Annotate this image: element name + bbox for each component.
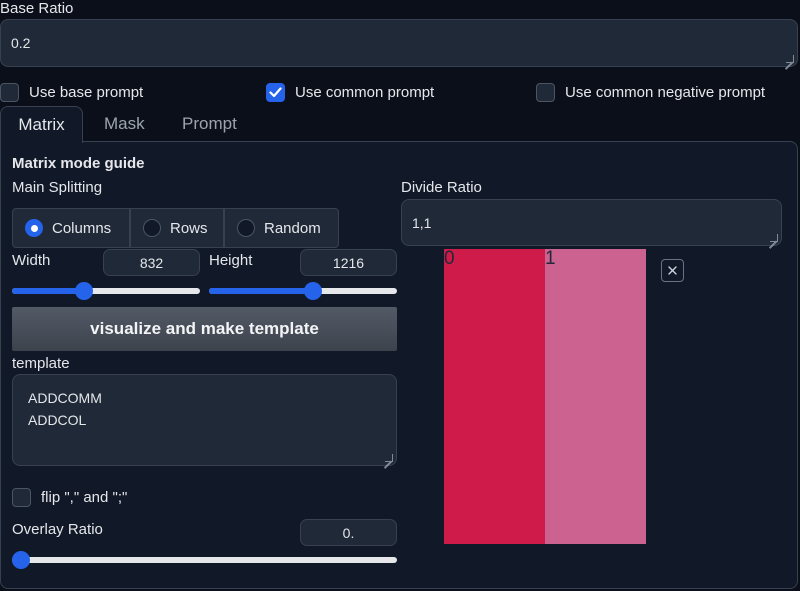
width-value: 832 — [139, 254, 164, 271]
radio-unselected-icon — [237, 219, 255, 237]
checkbox-box-checked[interactable] — [266, 83, 285, 102]
radio-selected-icon — [25, 219, 43, 237]
radio-random[interactable]: Random — [224, 208, 339, 248]
flip-checkbox[interactable]: flip "," and ";" — [12, 488, 127, 507]
use-common-negative-prompt-label: Use common negative prompt — [565, 84, 766, 101]
height-label: Height — [209, 252, 253, 269]
use-base-prompt-checkbox[interactable]: Use base prompt — [0, 83, 143, 102]
base-ratio-label: Base Ratio — [0, 0, 74, 17]
radio-random-label: Random — [264, 219, 321, 237]
height-number-input[interactable]: 1216 — [300, 249, 397, 276]
checkbox-box[interactable] — [536, 83, 555, 102]
resize-grip-icon[interactable] — [770, 234, 778, 242]
overlay-ratio-value: 0. — [342, 524, 355, 541]
slider-thumb[interactable] — [304, 282, 323, 300]
radio-columns[interactable]: Columns — [12, 208, 130, 248]
slider-fill — [209, 288, 315, 294]
region-label: 0 — [444, 248, 455, 269]
checkbox-box[interactable] — [0, 83, 19, 102]
region-preview: 0 1 — [444, 248, 646, 544]
radio-rows-label: Rows — [170, 219, 208, 237]
height-slider[interactable] — [209, 280, 397, 300]
width-label: Width — [12, 252, 51, 269]
tab-prompt[interactable]: Prompt — [182, 114, 237, 134]
slider-thumb[interactable] — [74, 282, 93, 300]
divide-ratio-input[interactable]: 1,1 — [401, 199, 782, 246]
tab-mask-label: Mask — [104, 114, 145, 133]
visualize-template-button[interactable]: visualize and make template — [12, 307, 397, 351]
slider-fill — [12, 288, 82, 294]
use-common-prompt-checkbox[interactable]: Use common prompt — [266, 83, 434, 102]
main-splitting-radio-group: Columns Rows Random — [12, 208, 339, 248]
check-icon — [269, 87, 282, 98]
region-0: 0 — [444, 248, 545, 544]
overlay-ratio-label: Overlay Ratio — [12, 521, 103, 538]
width-number-input[interactable]: 832 — [103, 249, 200, 276]
radio-rows[interactable]: Rows — [130, 208, 224, 248]
width-slider[interactable] — [12, 280, 200, 300]
tab-mask[interactable]: Mask — [104, 114, 145, 134]
base-ratio-input[interactable]: 0.2 — [0, 19, 798, 67]
flip-label: flip "," and ";" — [41, 489, 128, 506]
base-ratio-value: 0.2 — [11, 35, 31, 51]
template-line: ADDCOMM — [28, 390, 102, 406]
overlay-ratio-number-input[interactable]: 0. — [300, 519, 397, 546]
template-line: ADDCOL — [28, 412, 87, 428]
resize-grip-icon[interactable] — [786, 55, 794, 63]
region-1: 1 — [545, 248, 646, 544]
divide-ratio-value: 1,1 — [412, 214, 432, 231]
clear-preview-button[interactable] — [661, 259, 684, 282]
resize-grip-icon[interactable] — [385, 454, 393, 462]
visualize-button-label: visualize and make template — [90, 319, 319, 338]
radio-unselected-icon — [143, 219, 161, 237]
overlay-ratio-slider[interactable] — [12, 549, 397, 569]
height-value: 1216 — [332, 254, 365, 271]
tab-matrix-label: Matrix — [18, 115, 65, 134]
use-base-prompt-label: Use base prompt — [29, 84, 144, 101]
main-splitting-label: Main Splitting — [12, 179, 103, 196]
use-common-prompt-label: Use common prompt — [295, 84, 435, 101]
slider-track — [12, 557, 397, 563]
tab-prompt-label: Prompt — [182, 114, 237, 133]
use-common-negative-prompt-checkbox[interactable]: Use common negative prompt — [536, 83, 765, 102]
close-icon — [668, 266, 677, 275]
template-label: template — [12, 355, 70, 372]
radio-columns-label: Columns — [52, 219, 112, 237]
region-label: 1 — [545, 248, 556, 269]
checkbox-box[interactable] — [12, 488, 31, 507]
tab-matrix[interactable]: Matrix — [0, 106, 83, 143]
template-textarea[interactable]: ADDCOMM ADDCOL — [12, 374, 397, 466]
matrix-guide-title: Matrix mode guide — [12, 155, 145, 172]
slider-thumb[interactable] — [12, 551, 30, 569]
divide-ratio-label: Divide Ratio — [401, 179, 482, 196]
